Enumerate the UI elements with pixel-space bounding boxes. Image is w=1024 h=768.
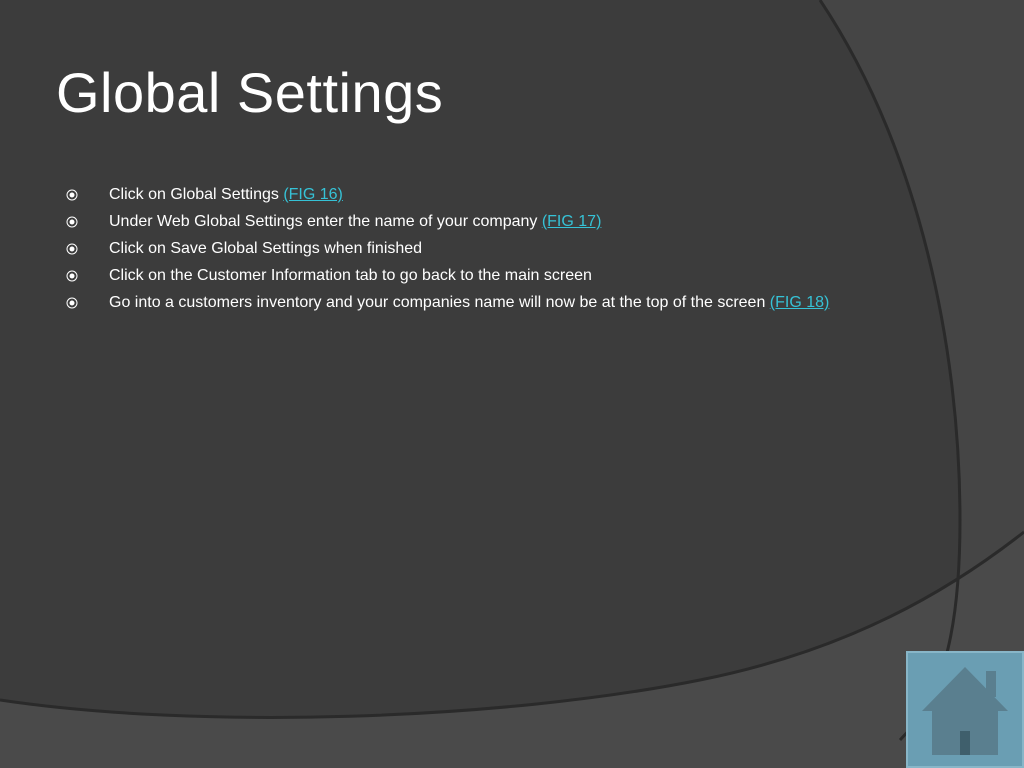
bullet-text: Click on Global Settings bbox=[109, 186, 284, 203]
target-bullet-icon bbox=[66, 189, 78, 201]
bullet-item: Click on Global Settings (FIG 16) bbox=[66, 184, 906, 206]
target-bullet-icon bbox=[66, 216, 78, 228]
fig-17-link[interactable]: (FIG 17) bbox=[542, 213, 602, 230]
bullet-item: Under Web Global Settings enter the name… bbox=[66, 211, 906, 233]
bullet-list: Click on Global Settings (FIG 16) Under … bbox=[66, 184, 906, 319]
fig-16-link[interactable]: (FIG 16) bbox=[283, 186, 343, 203]
bullet-text: Click on Save Global Settings when finis… bbox=[109, 240, 423, 257]
target-bullet-icon bbox=[66, 243, 78, 255]
target-bullet-icon bbox=[66, 297, 78, 309]
bullet-item: Click on Save Global Settings when finis… bbox=[66, 238, 906, 260]
home-button[interactable] bbox=[906, 651, 1024, 768]
bullet-text: Go into a customers inventory and your c… bbox=[109, 294, 770, 311]
bullet-text: Under Web Global Settings enter the name… bbox=[109, 213, 542, 230]
fig-18-link[interactable]: (FIG 18) bbox=[770, 294, 830, 311]
bullet-text: Click on the Customer Information tab to… bbox=[109, 267, 592, 284]
slide-title: Global Settings bbox=[56, 61, 444, 124]
target-bullet-icon bbox=[66, 270, 78, 282]
bullet-item: Go into a customers inventory and your c… bbox=[66, 292, 906, 314]
home-icon bbox=[922, 667, 1008, 755]
bullet-item: Click on the Customer Information tab to… bbox=[66, 265, 906, 287]
